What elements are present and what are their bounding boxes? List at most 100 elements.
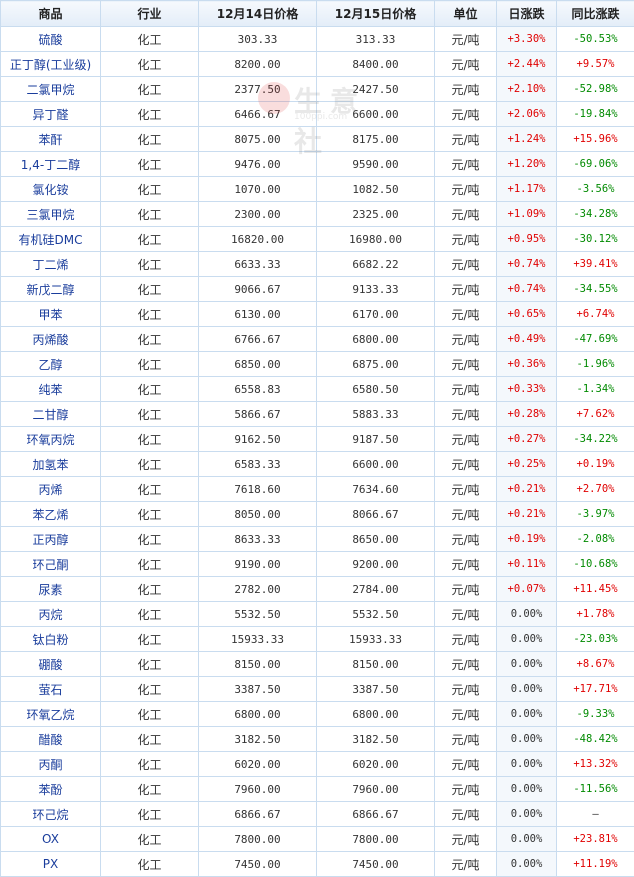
commodity-link[interactable]: 醋酸 xyxy=(38,733,62,747)
commodity-link[interactable]: 甲苯 xyxy=(38,308,62,322)
industry-cell: 化工 xyxy=(100,351,199,377)
commodity-cell: 纯苯 xyxy=(0,376,101,402)
unit-cell: 元/吨 xyxy=(434,251,497,277)
commodity-link[interactable]: 环己酮 xyxy=(32,558,68,572)
daily-change-cell: +0.65% xyxy=(496,301,557,327)
commodity-link[interactable]: 1,4-丁二醇 xyxy=(21,158,80,172)
commodity-link[interactable]: 苯酚 xyxy=(38,783,62,797)
commodity-cell: 环己烷 xyxy=(0,801,101,827)
yoy-change-cell: +13.32% xyxy=(556,751,634,777)
unit-cell: 元/吨 xyxy=(434,26,497,52)
unit-cell: 元/吨 xyxy=(434,826,497,852)
industry-cell: 化工 xyxy=(100,526,199,552)
header-daily-change: 日涨跌 xyxy=(496,0,557,27)
price-dec15-cell: 7634.60 xyxy=(316,476,435,502)
commodity-link[interactable]: 苯乙烯 xyxy=(32,508,68,522)
yoy-change-cell: -52.98% xyxy=(556,76,634,102)
commodity-cell: 环氧乙烷 xyxy=(0,701,101,727)
table-row: 苯乙烯 化工 8050.00 8066.67 元/吨 +0.21% -3.97% xyxy=(0,501,634,527)
header-unit: 单位 xyxy=(434,0,497,27)
industry-cell: 化工 xyxy=(100,626,199,652)
table-row: 环己酮 化工 9190.00 9200.00 元/吨 +0.11% -10.68% xyxy=(0,551,634,577)
price-dec14-cell: 7450.00 xyxy=(198,851,317,877)
commodity-cell: 硫酸 xyxy=(0,26,101,52)
yoy-change-cell: -23.03% xyxy=(556,626,634,652)
yoy-change-cell: +1.78% xyxy=(556,601,634,627)
commodity-link[interactable]: 氯化铵 xyxy=(32,183,68,197)
commodity-link[interactable]: 硫酸 xyxy=(38,33,62,47)
unit-cell: 元/吨 xyxy=(434,501,497,527)
commodity-cell: 二氯甲烷 xyxy=(0,76,101,102)
commodity-link[interactable]: 丙酮 xyxy=(38,758,62,772)
commodity-link[interactable]: 丙烷 xyxy=(38,608,62,622)
commodity-link[interactable]: 加氢苯 xyxy=(32,458,68,472)
yoy-change-cell: — xyxy=(556,801,634,827)
commodity-link[interactable]: 硼酸 xyxy=(38,658,62,672)
yoy-change-cell: -1.34% xyxy=(556,376,634,402)
commodity-link[interactable]: OX xyxy=(42,832,59,846)
commodity-cell: 新戊二醇 xyxy=(0,276,101,302)
commodity-link[interactable]: 有机硅DMC xyxy=(19,233,83,247)
price-dec15-cell: 6170.00 xyxy=(316,301,435,327)
commodity-link[interactable]: 萤石 xyxy=(38,683,62,697)
commodity-link[interactable]: 异丁醛 xyxy=(32,108,68,122)
commodity-link[interactable]: 正丙醇 xyxy=(32,533,68,547)
yoy-change-cell: -34.22% xyxy=(556,426,634,452)
commodity-link[interactable]: 二甘醇 xyxy=(32,408,68,422)
commodity-link[interactable]: 纯苯 xyxy=(38,383,62,397)
price-dec14-cell: 3182.50 xyxy=(198,726,317,752)
commodity-cell: 丙烷 xyxy=(0,601,101,627)
unit-cell: 元/吨 xyxy=(434,201,497,227)
unit-cell: 元/吨 xyxy=(434,476,497,502)
price-dec15-cell: 6800.00 xyxy=(316,326,435,352)
commodity-link[interactable]: 正丁醇(工业级) xyxy=(10,58,91,72)
price-dec14-cell: 6558.83 xyxy=(198,376,317,402)
unit-cell: 元/吨 xyxy=(434,601,497,627)
industry-cell: 化工 xyxy=(100,326,199,352)
price-dec14-cell: 9190.00 xyxy=(198,551,317,577)
commodity-link[interactable]: 丙烯酸 xyxy=(32,333,68,347)
commodity-cell: 正丙醇 xyxy=(0,526,101,552)
daily-change-cell: +0.07% xyxy=(496,576,557,602)
price-dec15-cell: 6682.22 xyxy=(316,251,435,277)
price-dec14-cell: 9162.50 xyxy=(198,426,317,452)
price-dec14-cell: 8633.33 xyxy=(198,526,317,552)
yoy-change-cell: -10.68% xyxy=(556,551,634,577)
industry-cell: 化工 xyxy=(100,726,199,752)
commodity-link[interactable]: PX xyxy=(43,857,58,871)
daily-change-cell: 0.00% xyxy=(496,751,557,777)
table-row: 醋酸 化工 3182.50 3182.50 元/吨 0.00% -48.42% xyxy=(0,726,634,752)
yoy-change-cell: -1.96% xyxy=(556,351,634,377)
price-dec15-cell: 1082.50 xyxy=(316,176,435,202)
daily-change-cell: +0.28% xyxy=(496,401,557,427)
table-row: 1,4-丁二醇 化工 9476.00 9590.00 元/吨 +1.20% -69.06% xyxy=(0,151,634,177)
commodity-link[interactable]: 丁二烯 xyxy=(32,258,68,272)
price-dec14-cell: 8150.00 xyxy=(198,651,317,677)
commodity-link[interactable]: 二氯甲烷 xyxy=(26,83,74,97)
commodity-link[interactable]: 尿素 xyxy=(38,583,62,597)
commodity-link[interactable]: 三氯甲烷 xyxy=(26,208,74,222)
commodity-cell: 丙烯 xyxy=(0,476,101,502)
commodity-link[interactable]: 环氧丙烷 xyxy=(26,433,74,447)
price-dec15-cell: 9133.33 xyxy=(316,276,435,302)
unit-cell: 元/吨 xyxy=(434,51,497,77)
commodity-link[interactable]: 苯酐 xyxy=(38,133,62,147)
yoy-change-cell: +7.62% xyxy=(556,401,634,427)
yoy-change-cell: -48.42% xyxy=(556,726,634,752)
table-row: 二甘醇 化工 5866.67 5883.33 元/吨 +0.28% +7.62% xyxy=(0,401,634,427)
yoy-change-cell: -50.53% xyxy=(556,26,634,52)
yoy-change-cell: -47.69% xyxy=(556,326,634,352)
unit-cell: 元/吨 xyxy=(434,401,497,427)
commodity-link[interactable]: 丙烯 xyxy=(38,483,62,497)
commodity-cell: PX xyxy=(0,851,101,877)
price-dec14-cell: 6020.00 xyxy=(198,751,317,777)
commodity-link[interactable]: 环己烷 xyxy=(32,808,68,822)
table-row: 丙烯酸 化工 6766.67 6800.00 元/吨 +0.49% -47.69% xyxy=(0,326,634,352)
commodity-link[interactable]: 乙醇 xyxy=(38,358,62,372)
commodity-cell: 正丁醇(工业级) xyxy=(0,51,101,77)
price-dec14-cell: 2300.00 xyxy=(198,201,317,227)
commodity-link[interactable]: 环氧乙烷 xyxy=(26,708,74,722)
commodity-link[interactable]: 新戊二醇 xyxy=(26,283,74,297)
commodity-link[interactable]: 钛白粉 xyxy=(32,633,68,647)
price-dec15-cell: 3387.50 xyxy=(316,676,435,702)
